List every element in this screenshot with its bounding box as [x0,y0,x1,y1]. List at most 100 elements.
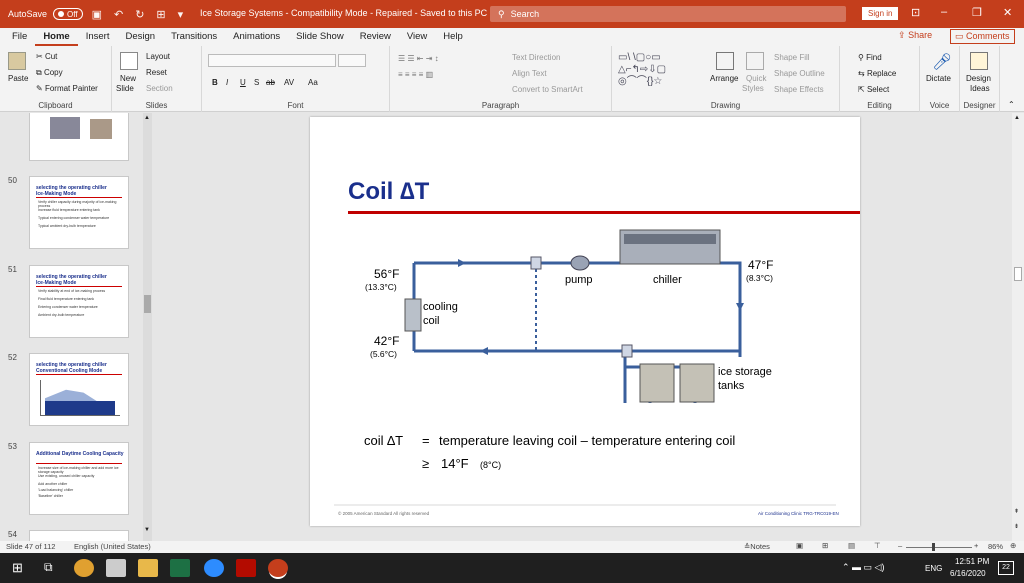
dictate-button[interactable]: Dictate [926,74,951,83]
shape-fill-button[interactable]: Shape Fill [774,53,810,62]
slideshow-icon[interactable]: ⊤ [874,541,881,550]
calculator-icon[interactable] [106,559,126,577]
tab-view[interactable]: View [399,28,435,46]
reading-view-icon[interactable]: ▤ [848,541,855,550]
char-spacing-button[interactable]: AV [284,78,294,87]
font-size-select[interactable] [338,54,366,67]
slide-thumbnail[interactable]: selecting the operating chiller Ice-Maki… [29,176,129,249]
language-indicator[interactable]: English (United States) [74,542,151,551]
save-icon[interactable]: ▣ [92,8,102,21]
scroll-thumb[interactable] [1014,267,1022,281]
notification-center-icon[interactable]: 22 [998,561,1014,575]
slide-thumbnail[interactable] [29,113,129,161]
autosave-toggle[interactable]: Off [53,8,83,20]
input-language[interactable]: ENG [925,564,942,573]
align-text-button[interactable]: Align Text [512,69,547,78]
font-name-select[interactable] [208,54,336,67]
next-slide-icon[interactable]: ⇟ [1014,523,1019,530]
system-tray-icons[interactable]: ⌃ ▬ ▭ ◁) [842,562,884,573]
italic-button[interactable]: I [226,78,228,87]
design-ideas-icon[interactable] [970,52,988,70]
slide-thumbnail-pane[interactable]: 50 selecting the operating chiller Ice-M… [0,113,152,541]
scroll-down-icon[interactable]: ▼ [144,527,150,533]
tab-review[interactable]: Review [352,28,399,46]
notes-button[interactable]: ≙Notes [744,542,770,551]
convert-smartart-button[interactable]: Convert to SmartArt [512,85,583,94]
fit-slide-icon[interactable]: ⊕ [1010,541,1016,550]
cut-button[interactable]: ✂ Cut [36,52,57,61]
redo-icon[interactable]: ↻ [135,8,144,21]
slide-thumbnail[interactable]: selecting the operating chiller Ice-Maki… [29,265,129,338]
clock-date[interactable]: 6/16/2020 [950,569,986,578]
shapes-gallery[interactable]: ▭\ \▢○▭ △⌐↰⇨⇩▢ ◎⌒⌒{}☆ [618,52,710,92]
ribbon-display-icon[interactable]: ⊡ [911,6,920,19]
search-box[interactable]: ⚲ Search [490,6,846,22]
reset-button[interactable]: Reset [146,68,167,77]
new-slide-label-2[interactable]: Slide [116,84,134,93]
powerpoint-icon[interactable] [268,559,288,577]
new-slide-icon[interactable] [120,52,138,70]
shape-outline-button[interactable]: Shape Outline [774,69,825,78]
replace-button[interactable]: ⇆ Replace [858,69,896,78]
slide-thumbnail[interactable]: selecting the operating chiller Conventi… [29,353,129,426]
tab-help[interactable]: Help [435,28,471,46]
clock-time[interactable]: 12:51 PM [955,557,989,566]
maximize-icon[interactable]: ❐ [972,6,982,19]
tab-home[interactable]: Home [35,28,78,46]
shape-effects-button[interactable]: Shape Effects [774,85,824,94]
bold-button[interactable]: B [212,78,218,87]
normal-view-icon[interactable]: ▣ [796,541,803,550]
file-explorer-icon[interactable] [138,559,158,577]
tab-animations[interactable]: Animations [225,28,288,46]
sign-in-button[interactable]: Sign in [862,7,899,20]
slide-canvas[interactable]: Coil ∆T 56°F (13.3°C) 42°F (5.6°C) 47°F … [310,117,860,526]
find-button[interactable]: ⚲ Find [858,53,882,62]
slide-thumbnail[interactable] [29,530,129,541]
shadow-button[interactable]: S [254,78,259,87]
undo-icon[interactable]: ↶ [114,8,123,21]
tab-slide-show[interactable]: Slide Show [288,28,352,46]
quick-styles-label[interactable]: Quick [746,74,766,83]
start-from-beginning-icon[interactable]: ⊞ [156,8,165,21]
paste-icon[interactable] [8,52,26,70]
arrange-button[interactable]: Arrange [710,74,738,83]
collapse-ribbon-icon[interactable]: ⌃ [1008,100,1015,109]
customize-toolbar-icon[interactable]: ▾ [178,8,184,21]
previous-slide-icon[interactable]: ⇞ [1014,508,1019,515]
zoom-slider[interactable] [906,547,972,548]
tab-insert[interactable]: Insert [78,28,118,46]
windows-start-icon[interactable]: ⊞ [12,560,23,576]
underline-button[interactable]: U [240,78,246,87]
strikethrough-button[interactable]: ab [266,78,275,87]
thumbnail-scrollbar[interactable]: ▲ ▼ [143,113,152,541]
zoom-in-icon[interactable]: + [974,541,978,550]
design-ideas-label-2[interactable]: Ideas [970,84,990,93]
task-view-icon[interactable]: ⧉ [44,560,53,575]
share-button[interactable]: ⇪ Share [898,30,932,41]
zoom-level[interactable]: 86% [988,542,1003,551]
format-painter-button[interactable]: ✎ Format Painter [36,84,98,93]
align-icons[interactable]: ≡ ≡ ≡ ≡ ▥ [398,70,433,79]
acrobat-icon[interactable] [236,559,256,577]
close-icon[interactable]: ✕ [1003,6,1012,19]
section-button[interactable]: Section [146,84,173,93]
new-slide-label[interactable]: New [120,74,136,83]
slide-thumbnail[interactable]: Additional Daytime Cooling Capacity Incr… [29,442,129,515]
bullets-icon[interactable]: ☰ ☰ ⇤ ⇥ ↕ [398,54,439,63]
tab-transitions[interactable]: Transitions [163,28,225,46]
scroll-thumb[interactable] [144,295,151,313]
tab-design[interactable]: Design [117,28,163,46]
text-direction-button[interactable]: Text Direction [512,53,560,62]
scroll-up-icon[interactable]: ▲ [144,115,150,121]
microphone-icon[interactable]: 🎤︎ [932,52,952,71]
paste-button[interactable]: Paste [8,74,28,83]
quick-styles-icon[interactable] [746,52,764,70]
select-button[interactable]: ⇱ Select [858,85,889,94]
arrange-icon[interactable] [716,52,734,70]
tab-file[interactable]: File [4,28,35,46]
scroll-up-icon[interactable]: ▲ [1014,115,1020,121]
excel-icon[interactable] [170,559,190,577]
slide-scrollbar[interactable]: ▲ ⇞ ⇟ [1012,113,1024,541]
comments-button[interactable]: ▭ Comments [950,29,1015,44]
copy-button[interactable]: ⧉ Copy [36,68,63,78]
